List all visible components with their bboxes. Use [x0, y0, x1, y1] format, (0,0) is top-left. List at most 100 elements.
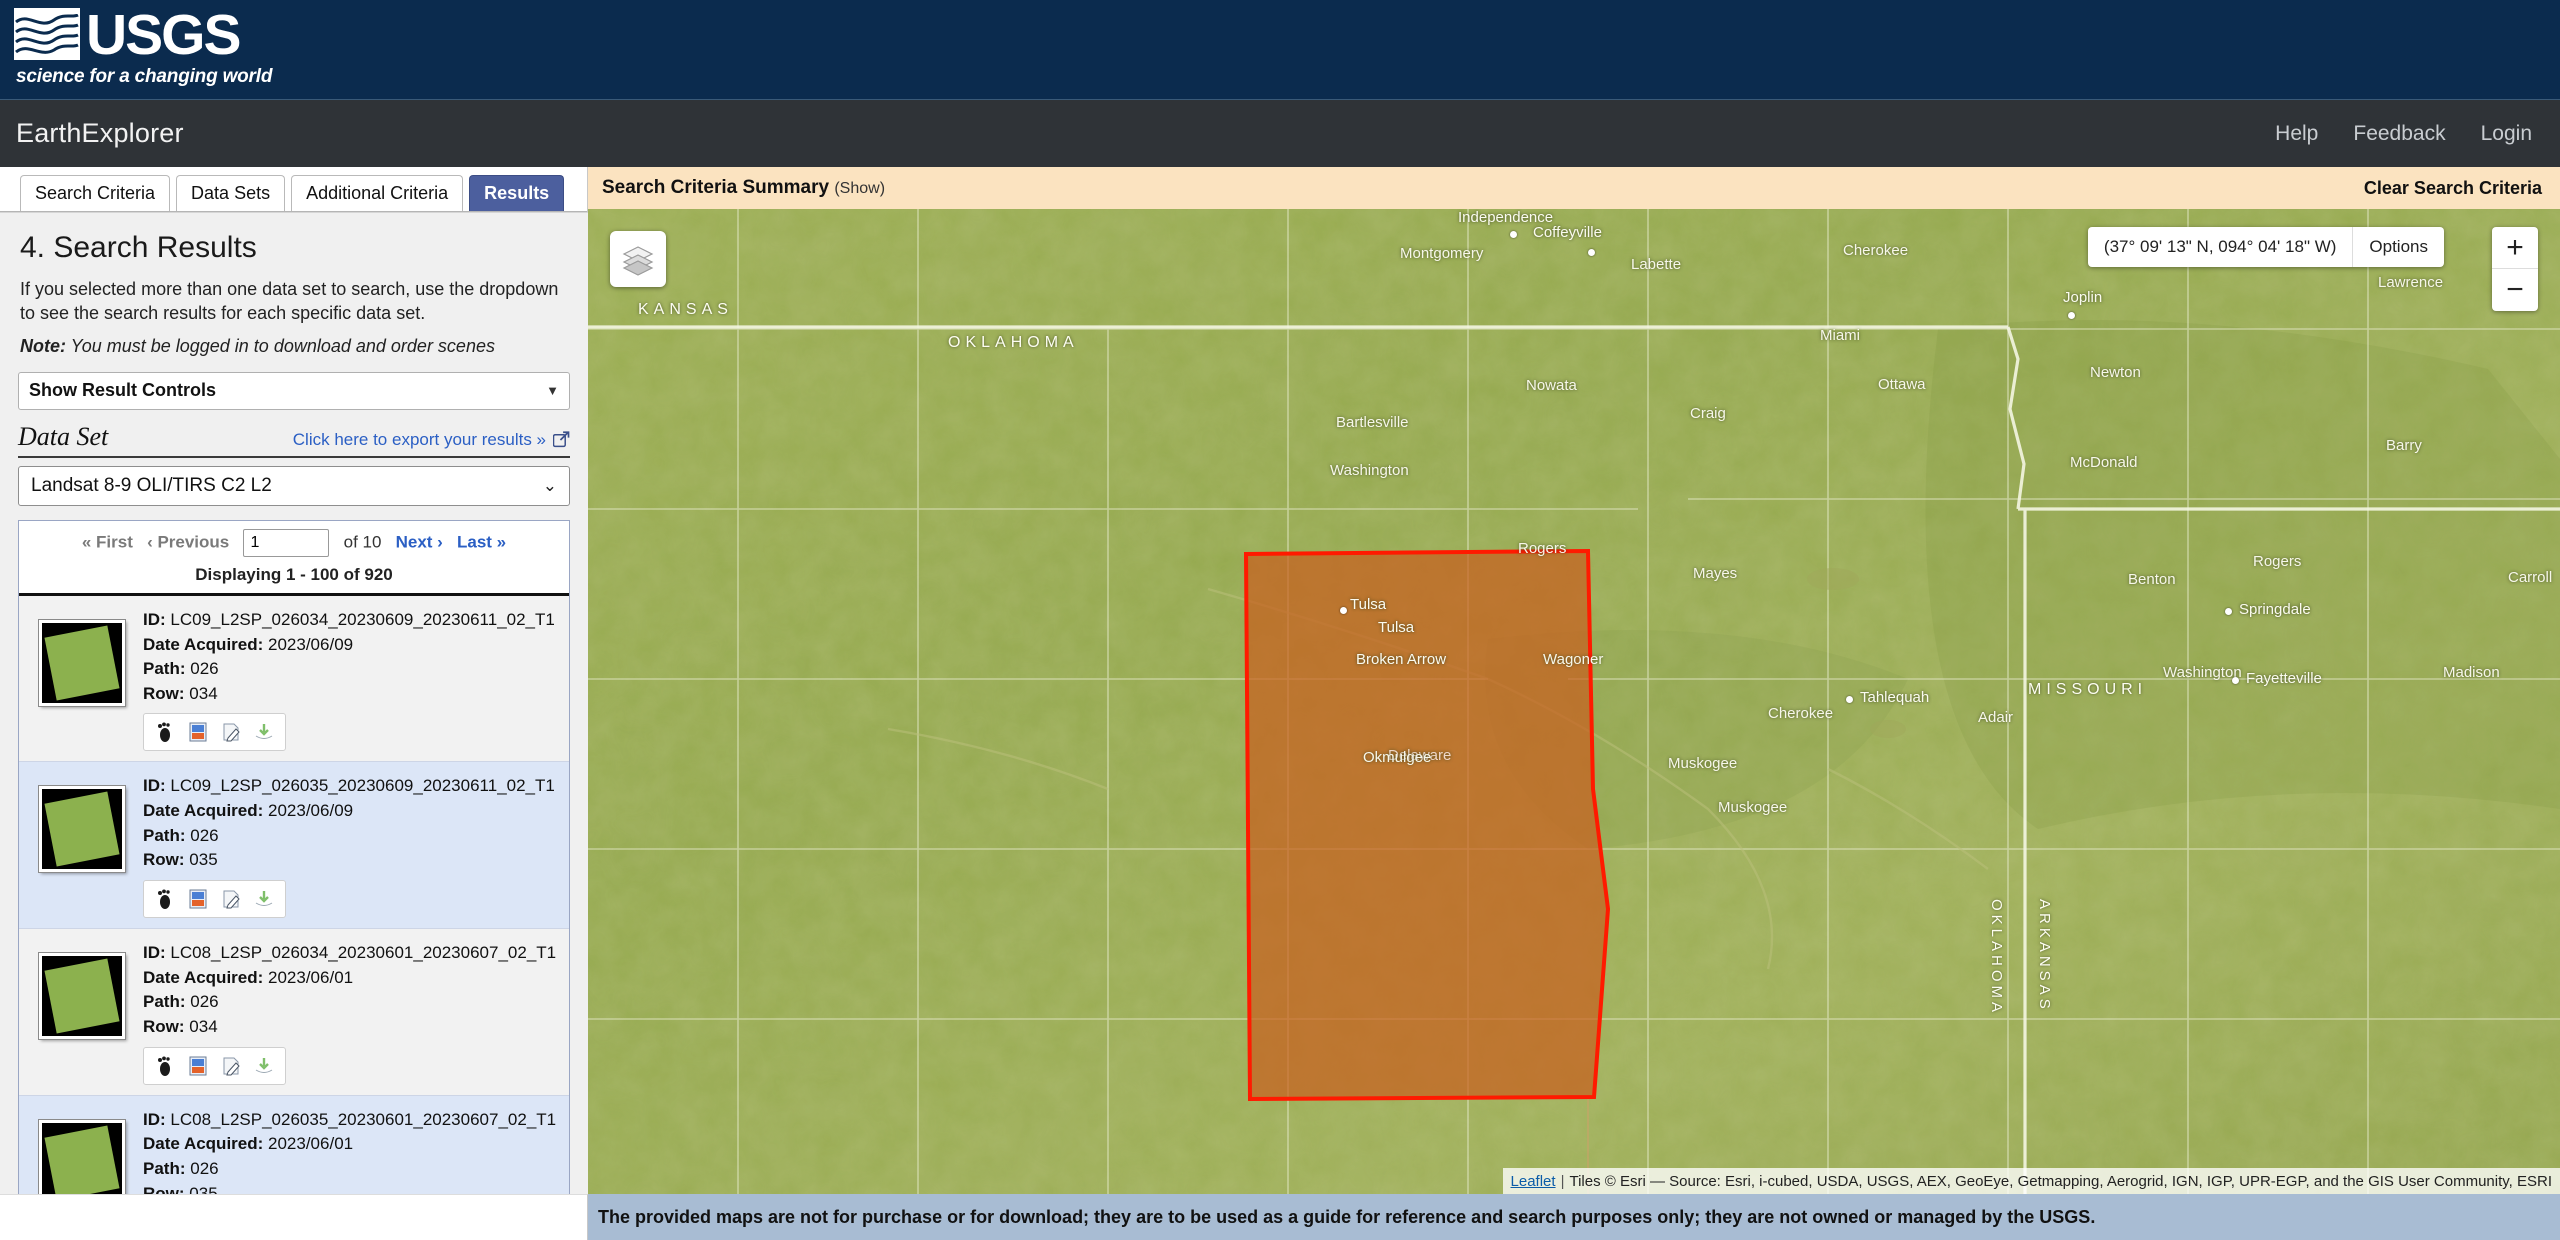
app-bar: EarthExplorer Help Feedback Login: [0, 100, 2560, 167]
map-coordinates: (37° 09' 13" N, 094° 04' 18" W): [2088, 227, 2354, 267]
result-id-value: LC09_L2SP_026035_20230609_20230611_02_T1: [170, 776, 555, 796]
download-options-icon[interactable]: [251, 886, 277, 912]
pager-previous[interactable]: ‹ Previous: [147, 532, 229, 551]
result-date-line: Date Acquired: 2023/06/09: [143, 799, 559, 824]
show-metadata-icon[interactable]: [218, 886, 244, 912]
map-disclaimer: The provided maps are not for purchase o…: [588, 1194, 2560, 1240]
nav-link-help[interactable]: Help: [2275, 122, 2318, 146]
result-item[interactable]: ID: LC09_L2SP_026035_20230609_20230611_0…: [19, 762, 569, 930]
results-list-box: « First ‹ Previous of 10 Next › Last » D…: [18, 519, 570, 1240]
usgs-wave-icon: [14, 8, 80, 60]
tab-bar: Search Criteria Data Sets Additional Cri…: [0, 167, 587, 212]
tab-additional-criteria[interactable]: Additional Criteria: [291, 175, 464, 211]
result-id-label: ID:: [143, 1109, 166, 1129]
usgs-logo[interactable]: USGS science for a changing world: [14, 3, 272, 92]
scene-thumbnail[interactable]: [39, 953, 125, 1040]
result-date-value: 2023/06/09: [268, 634, 354, 654]
show-browse-overlay-icon[interactable]: [185, 886, 211, 912]
pager-total: of 10: [343, 532, 382, 552]
tab-search-criteria[interactable]: Search Criteria: [20, 175, 171, 211]
pagination-controls: « First ‹ Previous of 10 Next › Last »: [19, 520, 569, 559]
nav-link-feedback[interactable]: Feedback: [2353, 122, 2445, 146]
scene-thumbnail[interactable]: [39, 786, 125, 873]
tab-results[interactable]: Results: [469, 175, 565, 211]
usgs-tagline: science for a changing world: [16, 66, 273, 87]
result-date-line: Date Acquired: 2023/06/01: [143, 1132, 559, 1157]
result-row-value: 034: [189, 683, 218, 703]
page-number-input[interactable]: [243, 528, 330, 557]
pager-first[interactable]: « First: [82, 532, 133, 551]
result-date-label: Date Acquired:: [143, 1134, 264, 1154]
map-coordinate-box: (37° 09' 13" N, 094° 04' 18" W) Options: [2087, 227, 2444, 267]
result-date-value: 2023/06/01: [268, 1134, 354, 1154]
result-item[interactable]: ID: LC09_L2SP_026034_20230609_20230611_0…: [19, 595, 569, 763]
criteria-summary-label: Search Criteria Summary: [602, 177, 830, 198]
layers-control-button[interactable]: [610, 231, 666, 287]
pager-last[interactable]: Last »: [457, 532, 506, 551]
result-date-label: Date Acquired:: [143, 801, 264, 821]
result-date-value: 2023/06/09: [268, 801, 354, 821]
usgs-wave-svg: [14, 8, 80, 60]
dataset-select[interactable]: Landsat 8-9 OLI/TIRS C2 L2 ⌄: [18, 465, 570, 506]
map-attribution: Leaflet | Tiles © Esri — Source: Esri, i…: [1502, 1168, 2560, 1194]
result-path-label: Path:: [143, 1158, 186, 1178]
chevron-down-icon: ⌄: [542, 475, 557, 495]
result-date-value: 2023/06/01: [268, 967, 354, 987]
result-date-line: Date Acquired: 2023/06/01: [143, 966, 559, 991]
external-link-icon: [553, 431, 570, 448]
criteria-summary-show-link[interactable]: (Show): [834, 180, 885, 197]
show-metadata-icon[interactable]: [218, 719, 244, 745]
map-zoom-control: + −: [2492, 227, 2538, 311]
result-row-value: 034: [189, 1016, 218, 1036]
download-options-icon[interactable]: [251, 1053, 277, 1079]
result-path-line: Path: 026: [143, 657, 559, 682]
usgs-wordmark: USGS: [86, 3, 242, 67]
result-id-value: LC08_L2SP_026034_20230601_20230607_02_T1: [170, 943, 557, 963]
clear-search-criteria-link[interactable]: Clear Search Criteria: [2364, 178, 2542, 199]
show-footprint-icon[interactable]: [152, 1053, 178, 1079]
map-options-button[interactable]: Options: [2353, 227, 2444, 267]
show-metadata-icon[interactable]: [218, 1053, 244, 1079]
results-panel: 4. Search Results If you selected more t…: [0, 212, 588, 1240]
result-path-line: Path: 026: [143, 824, 559, 849]
result-path-value: 026: [190, 659, 219, 679]
result-metadata: ID: LC09_L2SP_026034_20230609_20230611_0…: [143, 606, 559, 752]
result-id-value: LC09_L2SP_026034_20230609_20230611_02_T1: [170, 609, 555, 629]
result-item[interactable]: ID: LC08_L2SP_026034_20230601_20230607_0…: [19, 929, 569, 1096]
result-row-label: Row:: [143, 850, 185, 870]
leaflet-link[interactable]: Leaflet: [1511, 1173, 1556, 1190]
zoom-in-button[interactable]: +: [2492, 227, 2538, 269]
show-browse-overlay-icon[interactable]: [185, 1053, 211, 1079]
result-path-line: Path: 026: [143, 990, 559, 1015]
result-action-icons: [143, 880, 286, 919]
pager-next[interactable]: Next ›: [396, 532, 443, 551]
show-result-controls-dropdown[interactable]: Show Result Controls ▼: [18, 371, 570, 410]
result-id-line: ID: LC08_L2SP_026035_20230601_20230607_0…: [143, 1108, 559, 1133]
show-footprint-icon[interactable]: [152, 886, 178, 912]
export-results-wrap[interactable]: Click here to export your results »: [293, 430, 570, 450]
result-path-value: 026: [190, 992, 219, 1012]
export-results-link[interactable]: Click here to export your results »: [293, 430, 546, 450]
dataset-header-row: Data Set Click here to export your resul…: [18, 422, 570, 458]
nav-link-login[interactable]: Login: [2481, 122, 2532, 146]
app-title: EarthExplorer: [16, 118, 184, 148]
scene-thumbnail[interactable]: [39, 1119, 125, 1206]
result-id-line: ID: LC09_L2SP_026035_20230609_20230611_0…: [143, 774, 559, 799]
show-footprint-icon[interactable]: [152, 719, 178, 745]
map-canvas-container[interactable]: Delaware KANSAS OKLAHOMA MISSOURI OKLAHO…: [588, 209, 2560, 1194]
tab-data-sets[interactable]: Data Sets: [176, 175, 286, 211]
attribution-separator: |: [1560, 1172, 1565, 1190]
show-browse-overlay-icon[interactable]: [185, 719, 211, 745]
result-row-line: Row: 034: [143, 682, 559, 707]
scene-thumbnail[interactable]: [39, 619, 125, 706]
result-metadata: ID: LC08_L2SP_026034_20230601_20230607_0…: [143, 939, 559, 1085]
result-path-label: Path:: [143, 992, 186, 1012]
scene-chip: [44, 625, 120, 701]
attribution-text: Tiles © Esri — Source: Esri, i-cubed, US…: [1569, 1172, 2552, 1190]
main-content: Search Criteria Data Sets Additional Cri…: [0, 167, 2560, 1240]
result-id-line: ID: LC09_L2SP_026034_20230609_20230611_0…: [143, 608, 559, 633]
scene-chip: [44, 1125, 120, 1201]
zoom-out-button[interactable]: −: [2492, 269, 2538, 311]
download-options-icon[interactable]: [251, 719, 277, 745]
app-nav: Help Feedback Login: [2275, 100, 2532, 167]
